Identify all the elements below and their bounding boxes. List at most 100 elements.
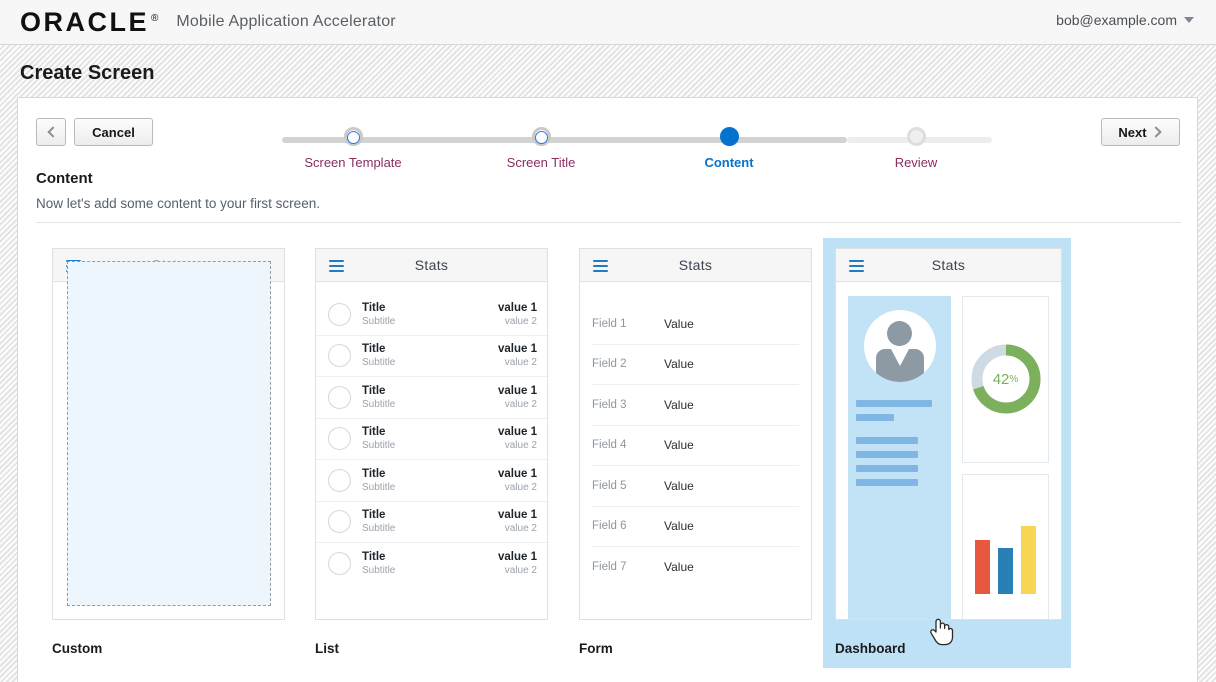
template-card-dashboard[interactable]: Stats: [823, 238, 1071, 668]
step-dot-active-icon: [720, 127, 739, 146]
section-subtitle: Now let's add some content to your first…: [36, 196, 320, 211]
list-item-value1: value 1: [498, 342, 537, 356]
list-item-subtitle: Subtitle: [362, 315, 498, 328]
back-button[interactable]: [36, 118, 66, 146]
profile-text-placeholder-group-1: [848, 400, 951, 421]
template-card-form[interactable]: Stats Field 1 Value Field 2 Value Field …: [567, 238, 815, 668]
avatar-placeholder-icon: [328, 303, 351, 326]
list-item-subtitle: Subtitle: [362, 439, 498, 452]
donut-chart-tile: 42%: [962, 296, 1049, 463]
list-item: Title Subtitle value 1 value 2: [316, 543, 547, 585]
form-field-value: Value: [664, 560, 694, 574]
list-item-title: Title: [362, 425, 498, 439]
avatar-placeholder-icon: [328, 510, 351, 533]
donut-chart: 42%: [967, 340, 1045, 418]
wizard-step-review[interactable]: Review: [841, 127, 991, 170]
template-card-label: Custom: [52, 641, 102, 656]
chevron-down-icon: [1184, 17, 1194, 23]
donut-value-number: 42: [993, 371, 1010, 388]
list-item: Title Subtitle value 1 value 2: [316, 419, 547, 461]
wizard-toolbar: Cancel Screen Template Screen Title Cont…: [18, 98, 1197, 160]
user-menu[interactable]: bob@example.com: [1056, 12, 1194, 28]
step-label: Screen Template: [278, 155, 428, 170]
phone-title: Stats: [580, 257, 811, 273]
list-item-value1: value 1: [498, 301, 537, 315]
form-row: Field 5 Value: [592, 466, 799, 507]
list-item-value2: value 2: [498, 522, 537, 535]
list-item-value2: value 2: [498, 356, 537, 369]
user-email-label: bob@example.com: [1056, 12, 1177, 28]
list-item-title: Title: [362, 384, 498, 398]
list-item-value1: value 1: [498, 425, 537, 439]
chevron-right-icon: [1150, 126, 1161, 137]
next-button-label: Next: [1118, 125, 1146, 140]
list-item-title: Title: [362, 467, 498, 481]
list-item-subtitle: Subtitle: [362, 522, 498, 535]
list-item-value1: value 1: [498, 508, 537, 522]
form-row: Field 2 Value: [592, 345, 799, 386]
form-field-value: Value: [664, 398, 694, 412]
phone-preview: Stats Title Subtitle value 1 value 2: [315, 248, 548, 620]
list-item-value2: value 2: [498, 481, 537, 494]
list-item-value1: value 1: [498, 384, 537, 398]
form-field-value: Value: [664, 317, 694, 331]
form-field-label: Field 1: [592, 318, 664, 330]
dashboard-profile-panel: [848, 296, 951, 620]
list-item-subtitle: Subtitle: [362, 564, 498, 577]
wizard-step-screen-title[interactable]: Screen Title: [466, 127, 616, 170]
list-item-value2: value 2: [498, 439, 537, 452]
oracle-wordmark: ORACLE: [20, 9, 149, 36]
phone-header: Stats: [836, 249, 1061, 282]
wizard-step-screen-template[interactable]: Screen Template: [278, 127, 428, 170]
section-title: Content: [36, 170, 93, 187]
list-item-title: Title: [362, 342, 498, 356]
next-button[interactable]: Next: [1101, 118, 1180, 146]
step-label: Content: [654, 155, 804, 170]
list-item-title: Title: [362, 301, 498, 315]
form-field-label: Field 3: [592, 399, 664, 411]
list-item-subtitle: Subtitle: [362, 398, 498, 411]
cancel-button[interactable]: Cancel: [74, 118, 153, 146]
form-field-value: Value: [664, 479, 694, 493]
custom-placeholder-area: [67, 261, 271, 606]
avatar-placeholder-icon: [328, 427, 351, 450]
phone-header: Stats: [316, 249, 547, 282]
form-row: Field 3 Value: [592, 385, 799, 426]
profile-text-placeholder-group-2: [848, 437, 951, 486]
template-card-label: Dashboard: [835, 641, 906, 656]
list-item-title: Title: [362, 508, 498, 522]
hamburger-icon[interactable]: [329, 260, 344, 275]
form-field-value: Value: [664, 357, 694, 371]
hamburger-icon[interactable]: [849, 260, 864, 275]
list-item: Title Subtitle value 1 value 2: [316, 336, 547, 378]
list-item-value1: value 1: [498, 467, 537, 481]
form-preview: Field 1 Value Field 2 Value Field 3 Valu…: [580, 282, 811, 588]
form-field-label: Field 7: [592, 561, 664, 573]
phone-preview: Stats: [52, 248, 285, 620]
form-field-label: Field 6: [592, 520, 664, 532]
oracle-logo: ORACLE ®: [20, 9, 158, 36]
list-item: Title Subtitle value 1 value 2: [316, 460, 547, 502]
bar-series-2: [998, 548, 1013, 594]
phone-preview: Stats Field 1 Value Field 2 Value Field …: [579, 248, 812, 620]
form-field-label: Field 5: [592, 480, 664, 492]
form-row: Field 7 Value: [592, 547, 799, 588]
list-item: Title Subtitle value 1 value 2: [316, 377, 547, 419]
template-card-list: Stats Custom Stats Title Subtitle: [18, 238, 1199, 682]
step-dot-done-icon: [532, 127, 551, 146]
form-field-value: Value: [664, 519, 694, 533]
donut-value-unit: %: [1009, 374, 1018, 385]
dashboard-charts-column: 42%: [962, 296, 1049, 620]
list-preview: Title Subtitle value 1 value 2 Title Sub…: [316, 282, 547, 585]
bar-chart: [975, 520, 1036, 594]
bar-chart-tile: [962, 474, 1049, 621]
hamburger-icon[interactable]: [593, 260, 608, 275]
template-card-custom[interactable]: Stats Custom: [40, 238, 288, 668]
form-field-value: Value: [664, 438, 694, 452]
app-title: Mobile Application Accelerator: [176, 13, 395, 31]
list-item: Title Subtitle value 1 value 2: [316, 294, 547, 336]
wizard-step-content[interactable]: Content: [654, 127, 804, 170]
form-field-label: Field 4: [592, 439, 664, 451]
list-item-value2: value 2: [498, 315, 537, 328]
template-card-list[interactable]: Stats Title Subtitle value 1 value 2: [303, 238, 551, 668]
